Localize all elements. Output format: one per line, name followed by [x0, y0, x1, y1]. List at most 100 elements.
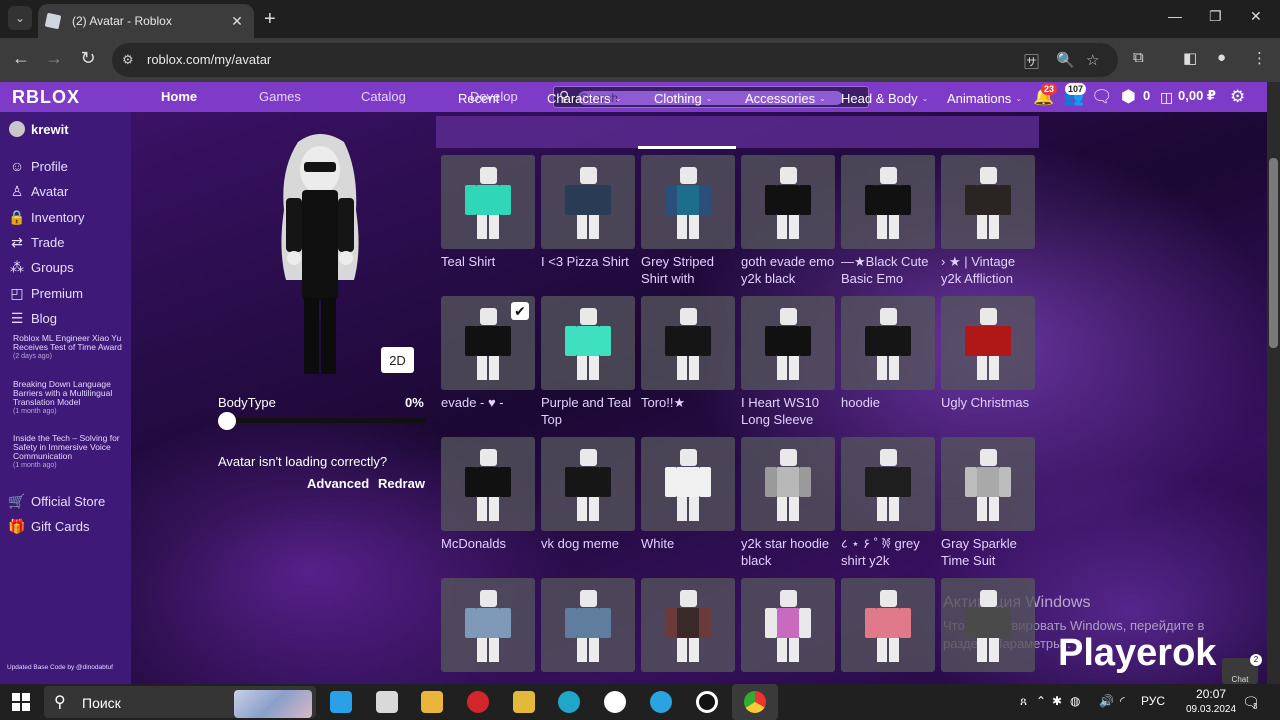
item-name[interactable]: Gray Sparkle Time Suit: [941, 535, 1037, 569]
yandex-icon[interactable]: [604, 691, 626, 713]
item-tile[interactable]: [941, 155, 1035, 249]
tab-search-button[interactable]: ⌄: [8, 6, 32, 30]
volume-icon[interactable]: 🔊: [1099, 694, 1114, 708]
sidebar-item-blog[interactable]: ☰ Blog: [8, 310, 57, 327]
item-tile[interactable]: [541, 155, 635, 249]
nav-home[interactable]: Home: [161, 89, 197, 104]
item-tile[interactable]: [941, 578, 1035, 672]
edge-icon[interactable]: [558, 691, 580, 713]
item-name[interactable]: White: [641, 535, 737, 569]
blog-news-item[interactable]: Breaking Down Language Barriers with a M…: [13, 380, 123, 416]
advanced-link[interactable]: Advanced: [307, 476, 369, 491]
extensions-puzzle-icon[interactable]: ⧉: [1133, 49, 1144, 66]
item-tile[interactable]: [741, 155, 835, 249]
tray-app-icon[interactable]: ◍: [1070, 694, 1080, 708]
roblox-app-icon[interactable]: [376, 691, 398, 713]
item-tile[interactable]: [741, 296, 835, 390]
restore-icon[interactable]: ❐: [1209, 8, 1222, 25]
blog-news-item[interactable]: Inside the Tech – Solving for Safety in …: [13, 434, 123, 470]
item-name[interactable]: › ★ | Vintage y2k Affliction: [941, 253, 1037, 287]
tab-recent[interactable]: Recent ⌄: [458, 91, 510, 106]
robux-icon[interactable]: ⬢: [1121, 87, 1136, 107]
item-name[interactable]: I <3 Pizza Shirt: [541, 253, 637, 287]
tab-clothing[interactable]: Clothing ⌄: [654, 91, 712, 106]
tab-head-body[interactable]: Head & Body ⌄: [841, 91, 928, 106]
item-tile[interactable]: [641, 155, 735, 249]
item-tile[interactable]: [841, 578, 935, 672]
item-tile[interactable]: [841, 296, 935, 390]
sidebar-item-profile[interactable]: ☺ Profile: [8, 158, 68, 174]
item-tile[interactable]: [841, 155, 935, 249]
bodytype-slider-track[interactable]: [226, 418, 426, 423]
sidebar-item-official-store[interactable]: 🛒 Official Store: [8, 493, 105, 510]
nav-catalog[interactable]: Catalog: [361, 89, 406, 104]
item-name[interactable]: goth evade emo y2k black: [741, 253, 837, 287]
item-name[interactable]: evade - ♥ -: [441, 394, 537, 428]
browser-tab[interactable]: (2) Avatar - Roblox ✕: [38, 4, 254, 38]
item-tile[interactable]: ✔: [441, 296, 535, 390]
taskbar-search[interactable]: ⚲ Поиск: [44, 686, 316, 718]
side-panel-icon[interactable]: ◧: [1183, 49, 1197, 67]
roblox-logo[interactable]: RBLOX: [12, 87, 80, 108]
item-tile[interactable]: [741, 437, 835, 531]
item-tile[interactable]: [741, 578, 835, 672]
site-settings-icon[interactable]: ⚙: [122, 52, 134, 68]
new-tab-plus-icon[interactable]: +: [264, 8, 276, 31]
item-name[interactable]: y2k star hoodie black: [741, 535, 837, 569]
item-name[interactable]: Ugly Christmas: [941, 394, 1037, 428]
nav-games[interactable]: Games: [259, 89, 301, 104]
redraw-link[interactable]: Redraw: [378, 476, 425, 491]
chat-bubble-icon[interactable]: 🗨: [1091, 87, 1113, 107]
item-tile[interactable]: [641, 296, 735, 390]
url-text[interactable]: roblox.com/my/avatar: [147, 52, 271, 67]
zoom-icon[interactable]: 🔍: [1056, 51, 1075, 69]
settings-gear-icon[interactable]: ⚙: [1230, 87, 1245, 107]
item-name[interactable]: ८ ⋆ 𐦍 ˚ ۶ grey shirt y2k: [841, 535, 937, 569]
bookmark-star-icon[interactable]: ☆: [1086, 51, 1099, 69]
item-name[interactable]: —★Black Cute Basic Emo: [841, 253, 937, 287]
tab-accessories[interactable]: Accessories ⌄: [745, 91, 826, 106]
minimize-icon[interactable]: —: [1168, 8, 1182, 24]
tab-animations[interactable]: Animations ⌄: [947, 91, 1022, 106]
reload-icon[interactable]: ↻: [77, 48, 99, 69]
back-arrow-icon[interactable]: ←: [10, 48, 32, 69]
kebab-menu-icon[interactable]: ⋮: [1252, 49, 1267, 67]
window-close-icon[interactable]: ✕: [1250, 8, 1262, 25]
sidebar-item-gift-cards[interactable]: 🎁 Gift Cards: [8, 518, 89, 535]
item-name[interactable]: Toro!!★: [641, 394, 737, 428]
chrome-icon[interactable]: [744, 691, 766, 713]
item-tile[interactable]: [941, 296, 1035, 390]
check-icon[interactable]: ✔: [511, 302, 529, 320]
sidebar-item-groups[interactable]: ⁂ Groups: [8, 259, 74, 276]
tray-chevron-icon[interactable]: ⌃: [1036, 694, 1046, 708]
telegram-icon[interactable]: [650, 691, 672, 713]
item-tile[interactable]: [641, 437, 735, 531]
sidebar-item-premium[interactable]: ◰ Premium: [8, 285, 83, 302]
sidebar-item-inventory[interactable]: 🔒 Inventory: [8, 209, 84, 226]
item-name[interactable]: vk dog meme: [541, 535, 637, 569]
item-name[interactable]: hoodie: [841, 394, 937, 428]
opera-icon[interactable]: [467, 691, 489, 713]
sidebar-user[interactable]: krewit: [9, 121, 69, 137]
bodytype-slider-handle[interactable]: [218, 412, 236, 430]
windows-start-icon[interactable]: [12, 693, 30, 711]
toggle-2d-button[interactable]: 2D: [381, 347, 414, 373]
forward-arrow-icon[interactable]: →: [43, 48, 65, 69]
item-tile[interactable]: [941, 437, 1035, 531]
people-icon[interactable]: ጸ: [1020, 694, 1027, 709]
item-tile[interactable]: [541, 437, 635, 531]
item-tile[interactable]: [641, 578, 735, 672]
item-tile[interactable]: [441, 437, 535, 531]
taskbar-app-icon[interactable]: [330, 691, 352, 713]
item-tile[interactable]: [441, 155, 535, 249]
balance-amount[interactable]: 0,00 ₽: [1178, 88, 1216, 104]
sidebar-item-avatar[interactable]: ♙ Avatar: [8, 183, 69, 200]
scrollbar-thumb[interactable]: [1269, 158, 1278, 348]
game-app-icon[interactable]: [513, 691, 535, 713]
item-name[interactable]: Grey Striped Shirt with: [641, 253, 737, 287]
bluetooth-icon[interactable]: ✱: [1052, 694, 1062, 708]
file-explorer-icon[interactable]: [421, 691, 443, 713]
item-tile[interactable]: [441, 578, 535, 672]
recorder-icon[interactable]: [696, 691, 718, 713]
item-name[interactable]: McDonalds: [441, 535, 537, 569]
